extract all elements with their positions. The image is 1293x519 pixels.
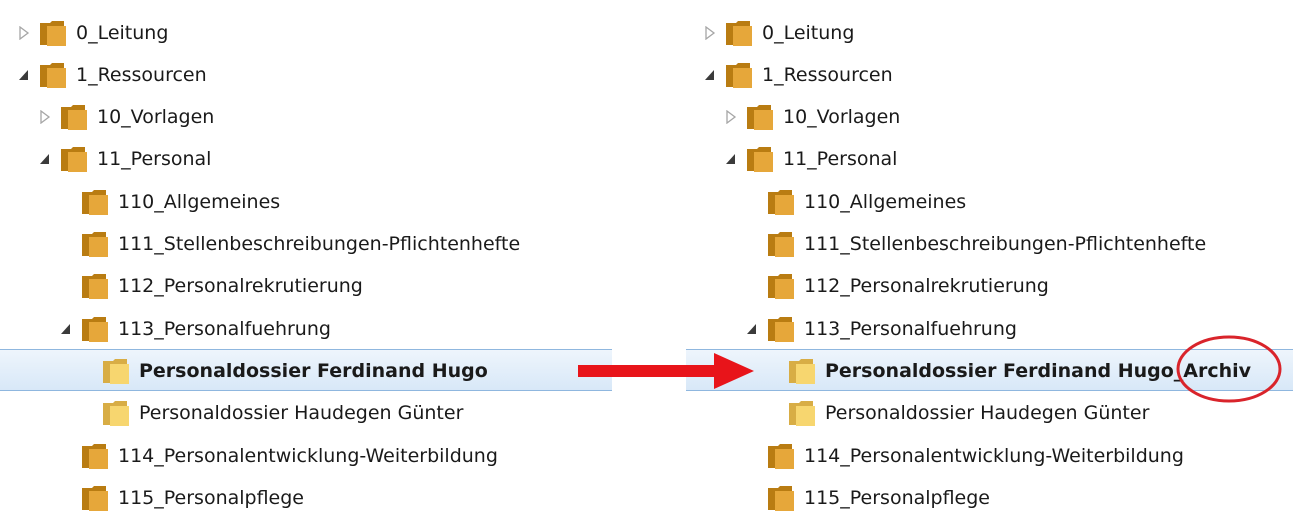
folder-icon — [766, 230, 796, 258]
tree-item-label: 0_Leitung — [762, 22, 855, 44]
tree-item-label: 111_Stellenbeschreibungen-Pflichtenhefte — [804, 233, 1207, 255]
tree-item-1-ressourcen[interactable]: 1_Ressourcen — [0, 54, 612, 96]
tree-item-label: 114_Personalentwicklung-Weiterbildung — [804, 445, 1184, 467]
tree-item-0-leitung[interactable]: 0_Leitung — [0, 12, 612, 54]
folder-icon — [38, 19, 68, 47]
tree-item-label: 113_Personalfuehrung — [118, 318, 331, 340]
tree-item-personaldossier-ferdinand-hugo[interactable]: Personaldossier Ferdinand Hugo — [0, 349, 612, 391]
tree-item-0-leitung[interactable]: 0_Leitung — [686, 12, 1293, 54]
folder-icon — [766, 272, 796, 300]
tree-item-110-allgemeines[interactable]: 110_Allgemeines — [0, 181, 612, 223]
tree-item-11-personal[interactable]: 11_Personal — [686, 138, 1293, 180]
folder-icon — [724, 19, 754, 47]
tree-item-label: 11_Personal — [783, 148, 898, 170]
tree-item-label: Personaldossier Haudegen Günter — [825, 402, 1150, 424]
folder-icon — [59, 145, 89, 173]
tree-item-label: 11_Personal — [97, 148, 212, 170]
right-arrow-icon — [578, 353, 754, 389]
tree-item-label: 0_Leitung — [76, 22, 169, 44]
tree-item-label: 10_Vorlagen — [783, 106, 901, 128]
tree-item-114-personalentwicklung-weiterbildung[interactable]: 114_Personalentwicklung-Weiterbildung — [0, 435, 612, 477]
tree-item-label: 112_Personalrekrutierung — [804, 275, 1049, 297]
expand-arrow-icon[interactable] — [725, 110, 737, 124]
tree-item-label: Personaldossier Haudegen Günter — [139, 402, 464, 424]
tree-item-label: 113_Personalfuehrung — [804, 318, 1017, 340]
tree-item-115-personalpflege[interactable]: 115_Personalpflege — [0, 477, 612, 519]
tree-item-label: 1_Ressourcen — [762, 64, 893, 86]
tree-item-10-vorlagen[interactable]: 10_Vorlagen — [686, 96, 1293, 138]
collapse-arrow-icon[interactable] — [725, 152, 737, 166]
tree-item-111-stellenbeschreibungen-pflichtenhefte[interactable]: 111_Stellenbeschreibungen-Pflichtenhefte — [0, 223, 612, 265]
folder-icon — [80, 272, 110, 300]
tree-item-label: 110_Allgemeines — [804, 191, 967, 213]
folder-icon — [766, 484, 796, 512]
tree-item-10-vorlagen[interactable]: 10_Vorlagen — [0, 96, 612, 138]
tree-item-label: 10_Vorlagen — [97, 106, 215, 128]
tree-item-personaldossier-haudegen-g-nter[interactable]: Personaldossier Haudegen Günter — [0, 392, 612, 434]
folder-icon — [787, 357, 817, 385]
tree-item-label: Personaldossier Ferdinand Hugo — [139, 360, 488, 382]
tree-item-1-ressourcen[interactable]: 1_Ressourcen — [686, 54, 1293, 96]
tree-item-label: 112_Personalrekrutierung — [118, 275, 363, 297]
folder-icon — [745, 103, 775, 131]
folder-icon — [80, 484, 110, 512]
folder-icon — [80, 442, 110, 470]
folder-icon — [766, 315, 796, 343]
collapse-arrow-icon[interactable] — [746, 322, 758, 336]
expand-arrow-icon[interactable] — [18, 26, 30, 40]
tree-item-113-personalfuehrung[interactable]: 113_Personalfuehrung — [0, 308, 612, 350]
tree-item-label: 110_Allgemeines — [118, 191, 281, 213]
tree-item-110-allgemeines[interactable]: 110_Allgemeines — [686, 181, 1293, 223]
folder-icon — [80, 188, 110, 216]
tree-item-label: 114_Personalentwicklung-Weiterbildung — [118, 445, 498, 467]
folder-icon — [766, 188, 796, 216]
expand-arrow-icon[interactable] — [39, 110, 51, 124]
folder-icon — [787, 399, 817, 427]
expand-arrow-icon[interactable] — [704, 26, 716, 40]
folder-icon — [101, 357, 131, 385]
tree-item-label: 115_Personalpflege — [804, 487, 991, 509]
folder-icon — [80, 315, 110, 343]
folder-icon — [101, 399, 131, 427]
highlight-circle-icon — [1176, 335, 1282, 403]
collapse-arrow-icon[interactable] — [18, 68, 30, 82]
folder-icon — [38, 61, 68, 89]
folder-icon — [59, 103, 89, 131]
right-tree-panel: 0_Leitung 1_Ressourcen 10_Vorlagen 11_Perso… — [686, 0, 1293, 511]
folder-icon — [80, 230, 110, 258]
collapse-arrow-icon[interactable] — [39, 152, 51, 166]
folder-icon — [745, 145, 775, 173]
tree-item-111-stellenbeschreibungen-pflichtenhefte[interactable]: 111_Stellenbeschreibungen-Pflichtenhefte — [686, 223, 1293, 265]
tree-item-114-personalentwicklung-weiterbildung[interactable]: 114_Personalentwicklung-Weiterbildung — [686, 435, 1293, 477]
tree-item-112-personalrekrutierung[interactable]: 112_Personalrekrutierung — [686, 265, 1293, 307]
left-tree-panel: 0_Leitung 1_Ressourcen 10_Vorlagen 11_Perso… — [0, 0, 612, 511]
tree-item-label: 1_Ressourcen — [76, 64, 207, 86]
collapse-arrow-icon[interactable] — [60, 322, 72, 336]
folder-icon — [766, 442, 796, 470]
tree-item-115-personalpflege[interactable]: 115_Personalpflege — [686, 477, 1293, 519]
collapse-arrow-icon[interactable] — [704, 68, 716, 82]
tree-item-label: 115_Personalpflege — [118, 487, 305, 509]
tree-item-label: 111_Stellenbeschreibungen-Pflichtenhefte — [118, 233, 521, 255]
tree-item-11-personal[interactable]: 11_Personal — [0, 138, 612, 180]
folder-icon — [724, 61, 754, 89]
tree-item-112-personalrekrutierung[interactable]: 112_Personalrekrutierung — [0, 265, 612, 307]
